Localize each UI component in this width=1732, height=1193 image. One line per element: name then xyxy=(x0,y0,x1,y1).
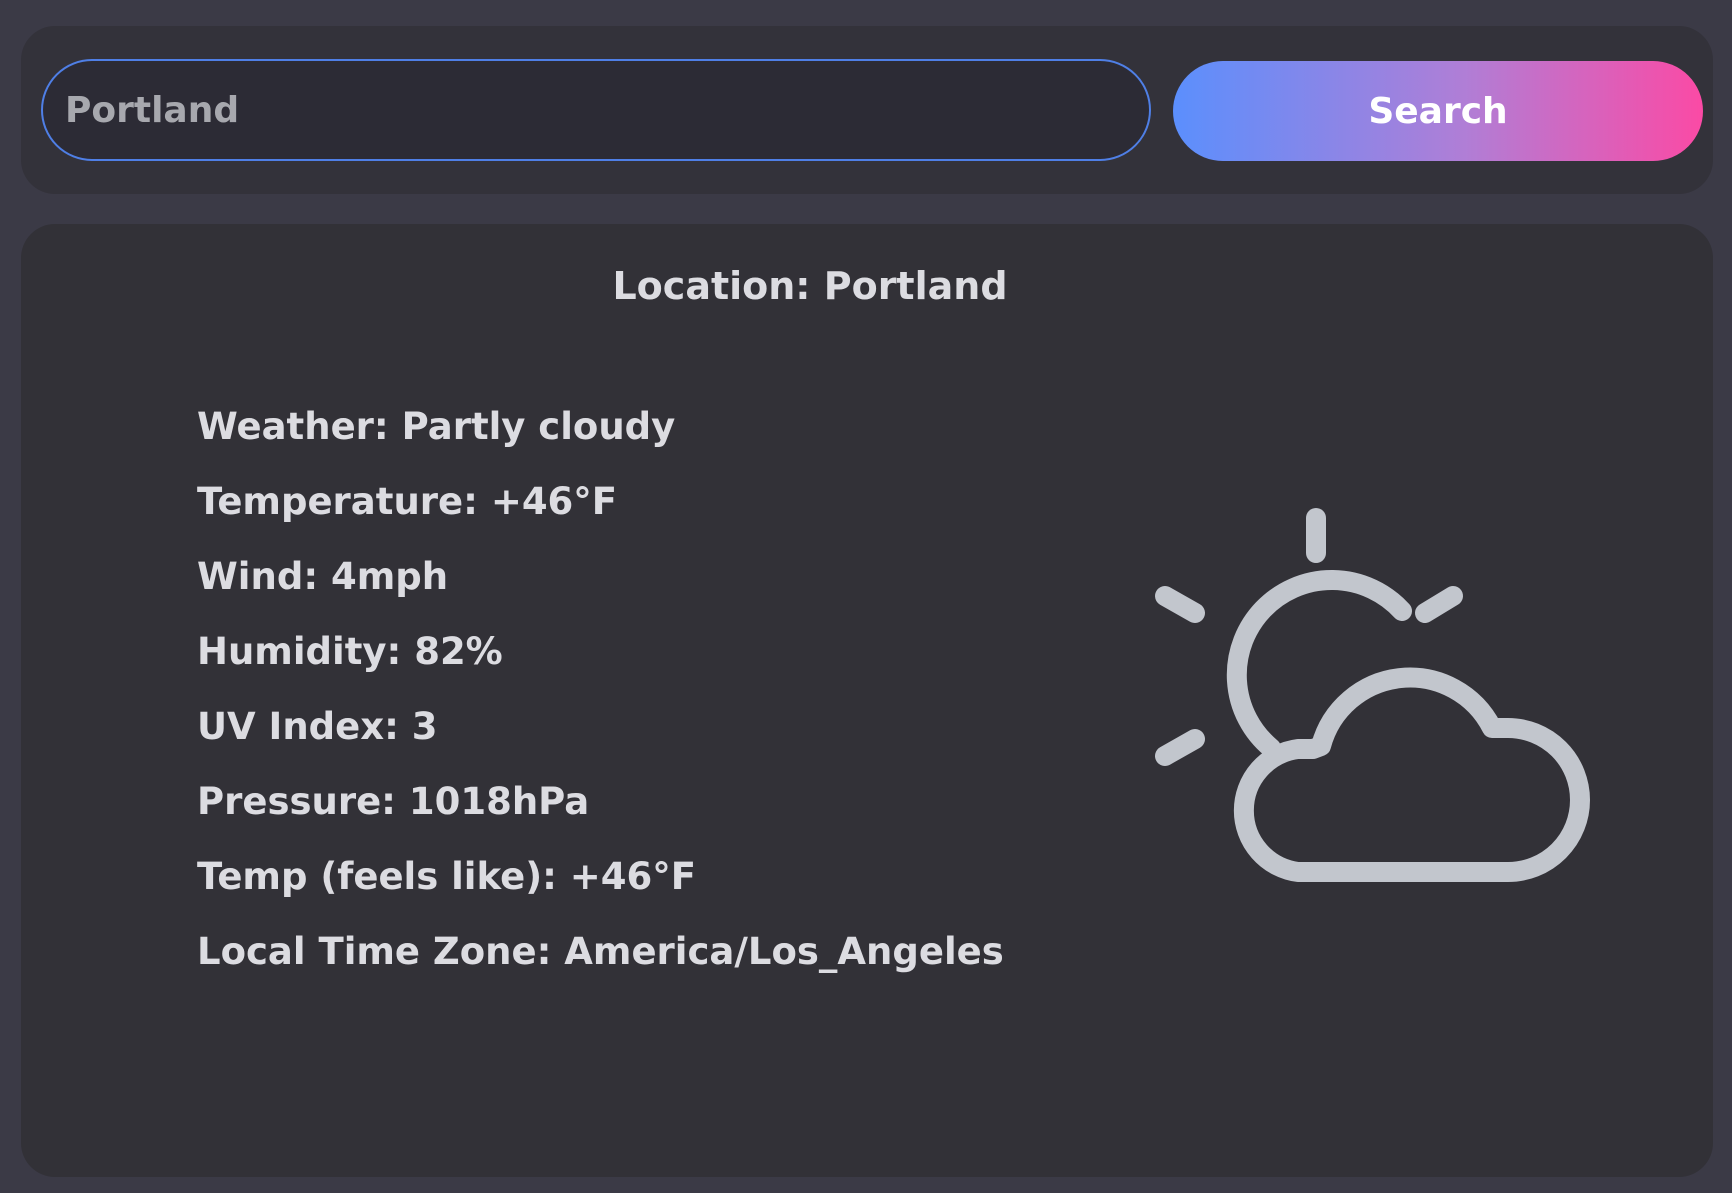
pressure: Pressure: 1018hPa xyxy=(197,780,590,823)
weather-card: Location: Portland Weather: Partly cloud… xyxy=(21,224,1713,1177)
wind: Wind: 4mph xyxy=(197,555,449,598)
weather-condition: Weather: Partly cloudy xyxy=(197,405,676,448)
temperature: Temperature: +46°F xyxy=(197,480,618,523)
partly-cloudy-icon xyxy=(1155,508,1590,882)
search-input[interactable] xyxy=(41,59,1151,161)
humidity: Humidity: 82% xyxy=(197,630,503,673)
local-time-zone: Local Time Zone: America/Los_Angeles xyxy=(197,930,1004,973)
search-bar: Search xyxy=(21,26,1713,194)
weather-details-list: Weather: Partly cloudy Temperature: +46°… xyxy=(197,389,1004,989)
feels-like-temperature: Temp (feels like): +46°F xyxy=(197,855,697,898)
uv-index: UV Index: 3 xyxy=(197,705,438,748)
search-button[interactable]: Search xyxy=(1173,61,1703,161)
location-title: Location: Portland xyxy=(612,264,1008,308)
